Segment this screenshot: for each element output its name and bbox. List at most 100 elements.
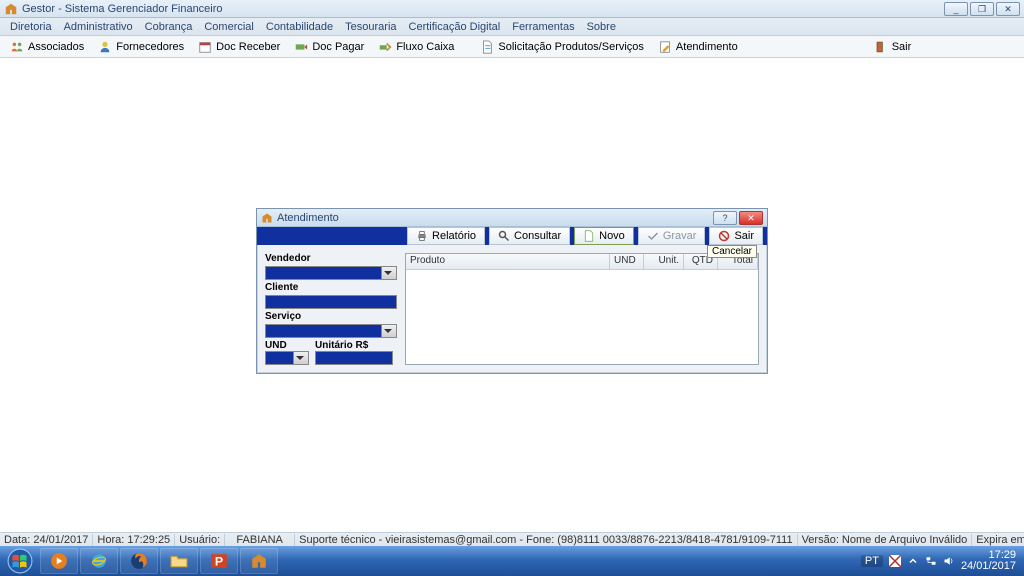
network-icon[interactable] bbox=[925, 555, 937, 567]
relatorio-button[interactable]: Relatório bbox=[407, 227, 485, 245]
task-firefox[interactable] bbox=[120, 548, 158, 574]
folder-icon bbox=[170, 552, 188, 570]
windows-logo-icon bbox=[7, 548, 33, 574]
app-title: Gestor - Sistema Gerenciador Financeiro bbox=[22, 3, 944, 15]
unitario-input[interactable] bbox=[315, 351, 393, 365]
task-gestor-app[interactable] bbox=[240, 548, 278, 574]
search-icon bbox=[498, 230, 510, 242]
tb-solicitacao[interactable]: Solicitação Produtos/Serviços bbox=[474, 39, 650, 55]
lang-indicator[interactable]: PT bbox=[861, 555, 883, 567]
speaker-icon[interactable] bbox=[943, 555, 955, 567]
calendar-icon bbox=[198, 40, 212, 54]
close-button[interactable]: ✕ bbox=[996, 2, 1020, 16]
tb-label: Associados bbox=[28, 41, 84, 53]
label-cliente: Cliente bbox=[265, 282, 397, 293]
start-button[interactable] bbox=[2, 547, 38, 575]
atendimento-window: Atendimento ? ✕ Relatório Consultar Novo… bbox=[256, 208, 768, 374]
novo-button[interactable]: Novo bbox=[574, 227, 634, 245]
flag-icon[interactable] bbox=[889, 555, 901, 567]
atendimento-form: Vendedor Cliente Serviço UND Unitário R$ bbox=[265, 253, 397, 365]
menu-tesouraria[interactable]: Tesouraria bbox=[339, 21, 402, 33]
menu-contabilidade[interactable]: Contabilidade bbox=[260, 21, 339, 33]
label-vendedor: Vendedor bbox=[265, 253, 397, 264]
toolbar: Associados Fornecedores Doc Receber Doc … bbox=[0, 36, 1024, 58]
label-unitario: Unitário R$ bbox=[315, 340, 393, 351]
cliente-input[interactable] bbox=[265, 295, 397, 309]
money-out-icon bbox=[294, 40, 308, 54]
note-icon bbox=[658, 40, 672, 54]
people-icon bbox=[10, 40, 24, 54]
tray-chevron-icon[interactable] bbox=[907, 555, 919, 567]
status-hora: Hora: 17:29:25 bbox=[93, 534, 175, 546]
check-icon bbox=[647, 230, 659, 242]
new-doc-icon bbox=[583, 230, 595, 242]
tb-label: Fluxo Caixa bbox=[396, 41, 454, 53]
menu-certificacao[interactable]: Certificação Digital bbox=[403, 21, 507, 33]
tb-atendimento[interactable]: Atendimento bbox=[652, 39, 744, 55]
task-explorer[interactable] bbox=[160, 548, 198, 574]
task-iexplorer[interactable] bbox=[80, 548, 118, 574]
menubar: Diretoria Administrativo Cobrança Comerc… bbox=[0, 18, 1024, 36]
tb-label: Sair bbox=[892, 41, 912, 53]
menu-comercial[interactable]: Comercial bbox=[198, 21, 260, 33]
gravar-button[interactable]: Gravar bbox=[638, 227, 706, 245]
tooltip-cancelar: Cancelar bbox=[707, 245, 757, 258]
tb-label: Doc Pagar bbox=[312, 41, 364, 53]
menu-sobre[interactable]: Sobre bbox=[581, 21, 622, 33]
menu-diretoria[interactable]: Diretoria bbox=[4, 21, 58, 33]
sair-button[interactable]: Sair bbox=[709, 227, 763, 245]
exit-icon bbox=[874, 40, 888, 54]
atendimento-titlebar[interactable]: Atendimento ? ✕ bbox=[257, 209, 767, 227]
tb-fluxo-caixa[interactable]: Fluxo Caixa bbox=[372, 39, 460, 55]
app-icon bbox=[4, 2, 18, 16]
col-und[interactable]: UND bbox=[610, 254, 644, 269]
atendimento-help-button[interactable]: ? bbox=[713, 211, 737, 225]
wmplayer-icon bbox=[50, 552, 68, 570]
status-suporte: Suporte técnico - vieirasistemas@gmail.c… bbox=[295, 534, 797, 546]
no-entry-icon bbox=[718, 230, 730, 242]
printer-icon bbox=[416, 230, 428, 242]
menu-cobranca[interactable]: Cobrança bbox=[139, 21, 199, 33]
tb-doc-pagar[interactable]: Doc Pagar bbox=[288, 39, 370, 55]
status-data: Data: 24/01/2017 bbox=[0, 534, 93, 546]
app-titlebar: Gestor - Sistema Gerenciador Financeiro … bbox=[0, 0, 1024, 18]
menu-ferramentas[interactable]: Ferramentas bbox=[506, 21, 580, 33]
tb-associados[interactable]: Associados bbox=[4, 39, 90, 55]
taskbar-clock[interactable]: 17:29 24/01/2017 bbox=[961, 550, 1016, 572]
tb-sair[interactable]: Sair bbox=[868, 39, 918, 55]
produtos-grid[interactable]: Produto UND Unit. QTD Total bbox=[405, 253, 759, 365]
windows-taskbar: P PT 17:29 24/01/2017 bbox=[0, 546, 1024, 576]
col-produto[interactable]: Produto bbox=[406, 254, 610, 269]
atendimento-close-button[interactable]: ✕ bbox=[739, 211, 763, 225]
maximize-button[interactable]: ❐ bbox=[970, 2, 994, 16]
task-wmplayer[interactable] bbox=[40, 548, 78, 574]
tb-label: Atendimento bbox=[676, 41, 738, 53]
systray[interactable]: PT 17:29 24/01/2017 bbox=[855, 550, 1022, 572]
person-icon bbox=[98, 40, 112, 54]
menu-administrativo[interactable]: Administrativo bbox=[58, 21, 139, 33]
col-unit[interactable]: Unit. bbox=[644, 254, 684, 269]
ie-icon bbox=[90, 552, 108, 570]
tb-label: Solicitação Produtos/Serviços bbox=[498, 41, 644, 53]
status-expira: Expira em 8 dia(s) bbox=[972, 534, 1024, 546]
document-icon bbox=[480, 40, 494, 54]
task-powerpoint[interactable]: P bbox=[200, 548, 238, 574]
vendedor-select[interactable] bbox=[265, 266, 397, 280]
status-usuario: FABIANA bbox=[225, 534, 295, 546]
status-versao: Versão: Nome de Arquivo Inválido bbox=[798, 534, 973, 546]
app-icon bbox=[261, 212, 273, 224]
tb-fornecedores[interactable]: Fornecedores bbox=[92, 39, 190, 55]
svg-text:P: P bbox=[215, 555, 223, 569]
client-area: Atendimento ? ✕ Relatório Consultar Novo… bbox=[0, 58, 1024, 532]
atendimento-title: Atendimento bbox=[277, 212, 713, 224]
tb-label: Doc Receber bbox=[216, 41, 280, 53]
label-und: UND bbox=[265, 340, 309, 351]
servico-select[interactable] bbox=[265, 324, 397, 338]
cashflow-icon bbox=[378, 40, 392, 54]
house-icon bbox=[250, 552, 268, 570]
consultar-button[interactable]: Consultar bbox=[489, 227, 570, 245]
tb-label: Fornecedores bbox=[116, 41, 184, 53]
minimize-button[interactable]: _ bbox=[944, 2, 968, 16]
tb-doc-receber[interactable]: Doc Receber bbox=[192, 39, 286, 55]
und-select[interactable] bbox=[265, 351, 309, 365]
